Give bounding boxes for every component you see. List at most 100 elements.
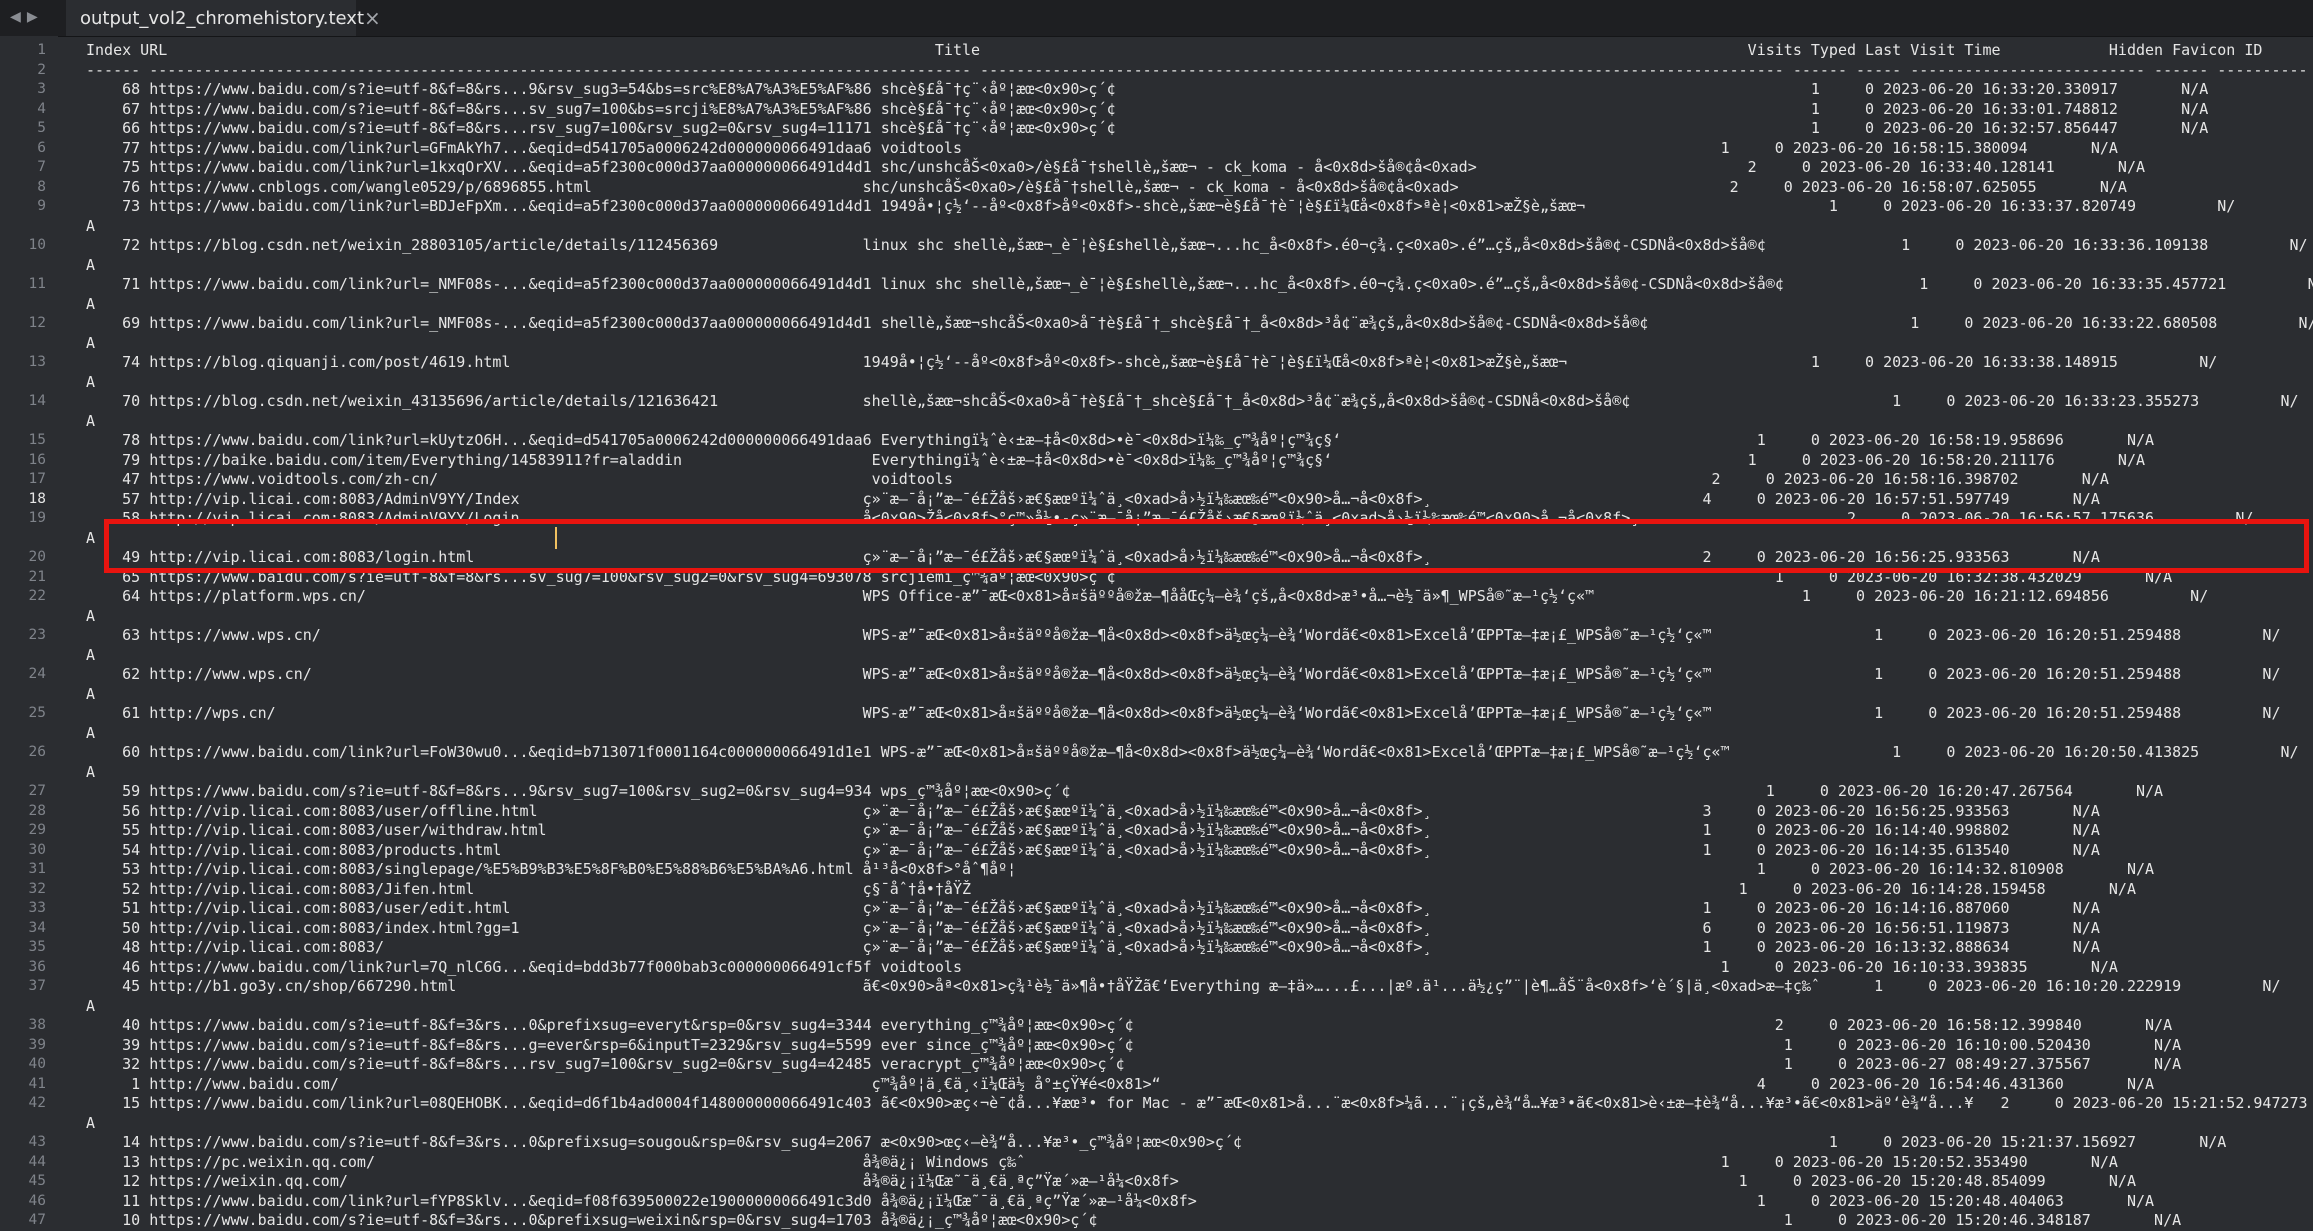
editor-line[interactable]: 16 79 https://baike.baidu.com/item/Every… [0,451,2313,471]
line-text: 61 http://wps.cn/ WPS-æ”¯æŒ<0x81>å¤šäººå… [86,704,2281,722]
line-text: 70 https://blog.csdn.net/weixin_43135696… [86,392,2299,410]
editor-line[interactable]: 40 32 https://www.baidu.com/s?ie=utf-8&f… [0,1055,2313,1075]
editor-line[interactable]: 34 50 http://vip.licai.com:8083/index.ht… [0,919,2313,939]
text-editor[interactable]: 1 Index URL Title Visits Typed Last Visi… [0,36,2313,1229]
editor-line[interactable]: 3 68 https://www.baidu.com/s?ie=utf-8&f=… [0,80,2313,100]
line-number: 34 [28,919,46,936]
editor-line[interactable]: 14 70 https://blog.csdn.net/weixin_43135… [0,392,2313,412]
line-number: 38 [28,1017,46,1033]
line-text: 64 https://platform.wps.cn/ WPS Office-æ… [86,587,2209,605]
editor-line[interactable]: 23 63 https://www.wps.cn/ WPS-æ”¯æŒ<0x81… [0,626,2313,646]
editor-line[interactable]: 42 15 https://www.baidu.com/link?url=08Q… [0,1094,2313,1114]
editor-line[interactable]: 9 73 https://www.baidu.com/link?url=BDJe… [0,197,2313,217]
line-text: 72 https://blog.csdn.net/weixin_28803105… [86,236,2308,254]
editor-line[interactable]: 35 48 http://vip.licai.com:8083/ ç»¨æ–¯å… [0,938,2313,958]
editor-line[interactable]: 15 78 https://www.baidu.com/link?url=kUy… [0,431,2313,451]
line-text: 57 http://vip.licai.com:8083/AdminV9YY/I… [86,489,2100,508]
editor-line[interactable]: 44 13 https://pc.weixin.qq.com/ å¾®ä¿¡ W… [0,1153,2313,1173]
editor-line[interactable]: A [0,1114,2313,1134]
editor-line[interactable]: 28 56 http://vip.licai.com:8083/user/off… [0,802,2313,822]
line-number: 11 [28,276,46,292]
line-text: 13 https://pc.weixin.qq.com/ å¾®ä¿¡ Wind… [86,1152,2118,1171]
editor-line[interactable]: 5 66 https://www.baidu.com/s?ie=utf-8&f=… [0,119,2313,139]
editor-line[interactable]: 30 54 http://vip.licai.com:8083/products… [0,841,2313,861]
close-icon[interactable]: × [364,6,381,30]
line-text: 62 http://www.wps.cn/ WPS-æ”¯æŒ<0x81>å¤š… [86,665,2281,683]
line-number: 26 [28,744,46,760]
editor-line[interactable]: 6 77 https://www.baidu.com/link?url=GFmA… [0,139,2313,159]
line-text: A [86,216,96,235]
line-number: 37 [28,978,46,994]
editor-line[interactable]: 39 39 https://www.baidu.com/s?ie=utf-8&f… [0,1036,2313,1056]
editor-line[interactable]: 7 75 https://www.baidu.com/link?url=1kxq… [0,158,2313,178]
line-number: 7 [37,159,46,175]
line-text: 48 http://vip.licai.com:8083/ ç»¨æ–¯å¡”æ… [86,938,2100,956]
editor-line[interactable]: 18 57 http://vip.licai.com:8083/AdminV9Y… [0,490,2313,510]
line-number: 16 [28,451,46,468]
editor-line[interactable]: 31 53 http://vip.licai.com:8083/singlepa… [0,860,2313,880]
editor-line[interactable]: 45 12 https://weixin.qq.com/ å¾®ä¿¡ï¼Œæ˜… [0,1172,2313,1192]
editor-line[interactable]: 46 11 https://www.baidu.com/link?url=fYP… [0,1192,2313,1212]
line-text: 46 https://www.baidu.com/link?url=7Q_nlC… [86,957,2118,976]
editor-line[interactable]: A [0,256,2313,276]
editor-line[interactable]: 33 51 http://vip.licai.com:8083/user/edi… [0,899,2313,919]
editor-line[interactable]: 8 76 https://www.cnblogs.com/wangle0529/… [0,178,2313,198]
tab-nav-arrows[interactable]: ◀▶ [10,6,44,27]
line-number: 10 [28,237,46,253]
line-text: 71 https://www.baidu.com/link?url=_NMF08… [86,275,2313,293]
line-text: A [86,606,96,625]
editor-line[interactable]: A [0,646,2313,666]
editor-line[interactable]: 17 47 https://www.voidtools.com/zh-cn/ v… [0,470,2313,490]
editor-line[interactable]: 11 71 https://www.baidu.com/link?url=_NM… [0,275,2313,295]
line-number: 21 [28,568,46,585]
file-tab[interactable]: output_vol2_chromehistory.text × [66,0,381,36]
editor-line[interactable]: A [0,295,2313,315]
editor-line[interactable]: A [0,763,2313,783]
editor-line[interactable]: 12 69 https://www.baidu.com/link?url=_NM… [0,314,2313,334]
editor-line[interactable]: 43 14 https://www.baidu.com/s?ie=utf-8&f… [0,1133,2313,1153]
line-text: A [86,996,96,1015]
editor-line[interactable]: 26 60 https://www.baidu.com/link?url=FoW… [0,743,2313,763]
line-number: 24 [28,666,46,682]
editor-line[interactable]: A [0,685,2313,705]
editor-line[interactable]: A [0,217,2313,237]
line-text: 63 https://www.wps.cn/ WPS-æ”¯æŒ<0x81>å¤… [86,626,2281,644]
editor-line[interactable]: A [0,724,2313,744]
line-number: 32 [28,880,46,897]
line-number: 19 [28,510,46,526]
editor-line[interactable]: 32 52 http://vip.licai.com:8083/Jifen.ht… [0,880,2313,900]
line-number: 4 [37,100,46,117]
line-text: A [86,294,96,313]
editor-line[interactable]: A [0,334,2313,354]
line-number: 15 [28,432,46,448]
forward-icon[interactable]: ▶ [27,6,44,27]
editor-line[interactable]: 13 74 https://blog.qiquanji.com/post/461… [0,353,2313,373]
editor-line[interactable]: 41 1 http://www.baidu.com/ ç™¾åº¦ä¸€ä¸‹ï… [0,1075,2313,1095]
editor-line[interactable]: 25 61 http://wps.cn/ WPS-æ”¯æŒ<0x81>å¤šä… [0,704,2313,724]
editor-line[interactable]: 24 62 http://www.wps.cn/ WPS-æ”¯æŒ<0x81>… [0,665,2313,685]
editor-line[interactable]: 29 55 http://vip.licai.com:8083/user/wit… [0,821,2313,841]
line-number: 41 [28,1075,46,1092]
line-text: A [86,723,96,742]
line-number: 22 [28,588,46,604]
editor-line[interactable]: 47 10 https://www.baidu.com/s?ie=utf-8&f… [0,1211,2313,1231]
editor-line[interactable]: 37 45 http://b1.go3y.cn/shop/667290.html… [0,977,2313,997]
editor-line[interactable]: 10 72 https://blog.csdn.net/weixin_28803… [0,236,2313,256]
line-text: A [86,372,96,391]
editor-line[interactable]: 22 64 https://platform.wps.cn/ WPS Offic… [0,587,2313,607]
editor-line[interactable]: A [0,412,2313,432]
back-icon[interactable]: ◀ [10,6,27,27]
line-text: 11 https://www.baidu.com/link?url=fYP8Sk… [86,1191,2155,1210]
editor-line[interactable]: 1 Index URL Title Visits Typed Last Visi… [0,41,2313,61]
line-number: 6 [37,139,46,156]
editor-line[interactable]: 2 ------ --------------------------------… [0,61,2313,81]
editor-line[interactable]: 4 67 https://www.baidu.com/s?ie=utf-8&f=… [0,100,2313,120]
editor-line[interactable]: 27 59 https://www.baidu.com/s?ie=utf-8&f… [0,782,2313,802]
line-text: A [86,333,96,352]
editor-line[interactable]: 36 46 https://www.baidu.com/link?url=7Q_… [0,958,2313,978]
editor-line[interactable]: A [0,997,2313,1017]
line-number: 45 [28,1173,46,1189]
editor-line[interactable]: 38 40 https://www.baidu.com/s?ie=utf-8&f… [0,1016,2313,1036]
editor-line[interactable]: A [0,607,2313,627]
editor-line[interactable]: A [0,373,2313,393]
